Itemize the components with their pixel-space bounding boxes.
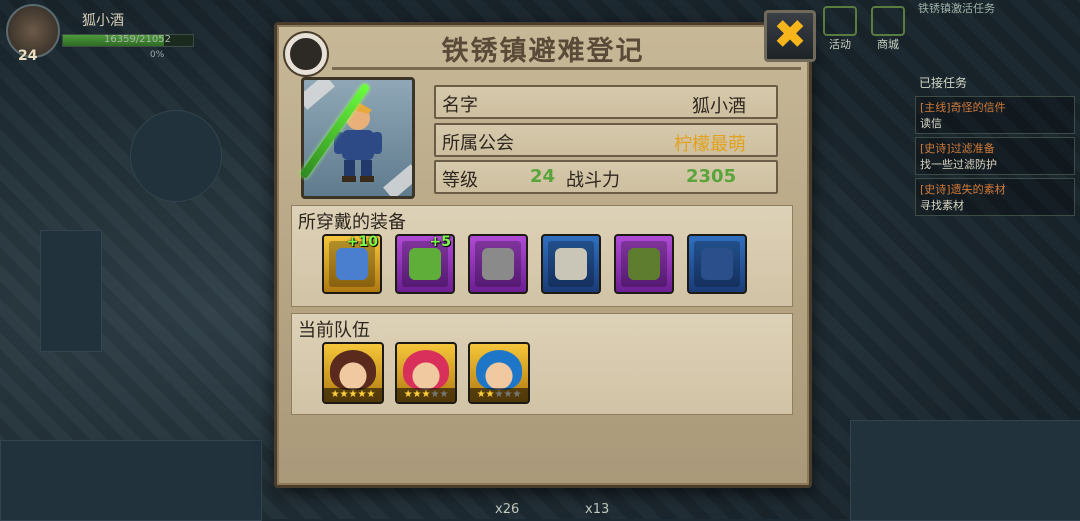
quest-item[interactable]: [史诗]遗失的素材 寻找素材 bbox=[915, 178, 1075, 216]
name-row: 名字 狐小酒 bbox=[434, 85, 778, 119]
guild-value[interactable]: 柠檬最萌 bbox=[674, 130, 746, 156]
guild-row: 所属公会 柠檬最萌 bbox=[434, 123, 778, 157]
weapon-shotgun-icon bbox=[336, 248, 368, 280]
equipment-slot[interactable]: +10 bbox=[322, 234, 382, 294]
equipment-section: 所穿戴的装备 +10 +5 bbox=[291, 205, 793, 307]
activity-icon bbox=[823, 6, 857, 36]
level-label: 等级 bbox=[442, 170, 478, 191]
guild-label: 所属公会 bbox=[442, 133, 514, 154]
star-rating: ★★★★★ bbox=[324, 388, 382, 402]
registration-dialog: 铁锈镇避难登记 名字 狐小酒 所属公会 柠檬最萌 等级 24 战斗力 2305 … bbox=[274, 22, 812, 488]
cart-icon bbox=[871, 6, 905, 36]
resource-counter: x26 bbox=[495, 502, 520, 517]
quest-panel: 已接任务 [主线]奇怪的信件 读信 [史诗]过滤准备 找一些过滤防护 [史诗]遗… bbox=[915, 72, 1075, 216]
power-value: 2305 bbox=[686, 166, 737, 187]
player-name: 狐小酒 bbox=[82, 13, 124, 29]
star-rating: ★★★★★ bbox=[470, 388, 528, 402]
hp-text: 16359/21052 bbox=[104, 34, 171, 45]
member-avatar bbox=[330, 350, 376, 390]
gas-mask-icon bbox=[409, 248, 441, 280]
stats-row: 等级 24 战斗力 2305 bbox=[434, 160, 778, 194]
title-divider bbox=[332, 67, 801, 70]
player-hud[interactable]: 狐小酒 16359/21052 24 0% bbox=[0, 0, 200, 70]
armor-case-icon bbox=[701, 248, 733, 280]
close-button[interactable]: ✖ bbox=[764, 10, 816, 62]
gauntlet-icon bbox=[482, 248, 514, 280]
level-value: 24 bbox=[530, 166, 556, 187]
quest-item[interactable]: [主线]奇怪的信件 读信 bbox=[915, 96, 1075, 134]
player-level: 24 bbox=[18, 48, 38, 64]
enhance-level: +5 bbox=[429, 234, 451, 250]
dialog-title: 铁锈镇避难登记 bbox=[441, 36, 645, 67]
activity-button[interactable]: 活动 bbox=[818, 6, 862, 51]
resource-counter: x13 bbox=[585, 502, 610, 517]
quest-header: 已接任务 bbox=[919, 76, 968, 90]
equipment-slot[interactable] bbox=[614, 234, 674, 294]
team-member-slot[interactable]: ★★★★★ bbox=[395, 342, 457, 404]
bg-building bbox=[40, 230, 102, 352]
hero-icon bbox=[334, 102, 382, 182]
boots-icon bbox=[628, 248, 660, 280]
shop-button[interactable]: 商城 bbox=[866, 6, 910, 51]
quest-item[interactable]: [史诗]过滤准备 找一些过滤防护 bbox=[915, 137, 1075, 175]
star-rating: ★★★★★ bbox=[397, 388, 455, 402]
team-member-slot[interactable]: ★★★★★ bbox=[322, 342, 384, 404]
member-avatar bbox=[476, 350, 522, 390]
exp-percent: 0% bbox=[150, 50, 165, 60]
bg-building bbox=[850, 420, 1080, 521]
member-avatar bbox=[403, 350, 449, 390]
quest-area-title: 铁锈镇激活任务 bbox=[918, 2, 995, 15]
equipment-slot[interactable]: +5 bbox=[395, 234, 455, 294]
power-label: 战斗力 bbox=[566, 170, 620, 191]
equipment-slot[interactable] bbox=[687, 234, 747, 294]
team-member-slot[interactable]: ★★★★★ bbox=[468, 342, 530, 404]
name-label: 名字 bbox=[442, 95, 478, 116]
necklace-icon bbox=[555, 248, 587, 280]
equipment-title: 所穿戴的装备 bbox=[298, 212, 406, 233]
equipment-slot[interactable] bbox=[468, 234, 528, 294]
team-section: 当前队伍 ★★★★★ ★★★★★ ★★★★★ bbox=[291, 313, 793, 415]
bg-building bbox=[130, 110, 222, 202]
name-value: 狐小酒 bbox=[692, 96, 746, 117]
enhance-level: +10 bbox=[346, 234, 378, 250]
bg-building bbox=[0, 440, 262, 521]
equipment-slot[interactable] bbox=[541, 234, 601, 294]
team-title: 当前队伍 bbox=[298, 320, 370, 341]
